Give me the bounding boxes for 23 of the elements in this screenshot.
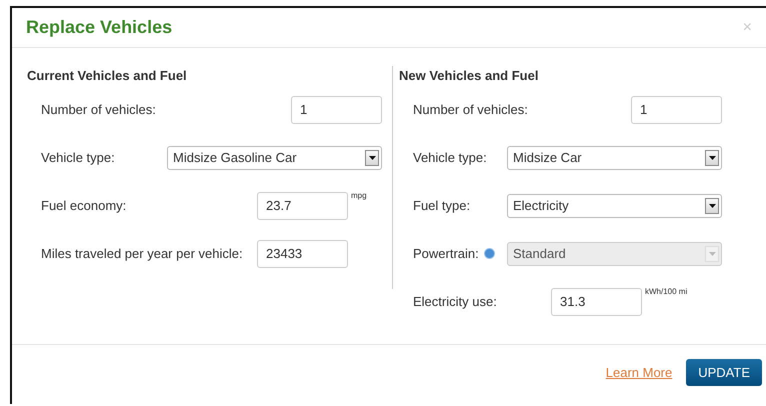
unit-label: mpg [351,190,367,202]
dropdown[interactable]: Electricity [507,194,722,218]
field-label: Miles traveled per year per vehicle: [41,244,244,263]
measure-field[interactable]: 23433 [257,240,348,268]
field-label: Number of vehicles: [413,100,528,119]
measure-field[interactable]: 23.7 [257,192,348,220]
field-label: Powertrain: [413,244,479,263]
field-label: Number of vehicles: [41,100,156,119]
update-button[interactable]: UPDATE [686,359,762,386]
field-label: Fuel economy: [41,196,128,215]
dialog-title: Replace Vehicles [26,16,172,39]
field-label: Fuel type: [413,196,470,215]
section-title: New Vehicles and Fuel [399,67,540,85]
field-label: Vehicle type: [413,148,487,167]
field-label: Vehicle type: [41,148,115,167]
field-label: Electricity use: [413,292,498,311]
measure-field[interactable]: 31.3 [551,288,642,316]
number-field[interactable]: 1 [291,96,382,124]
dropdown[interactable]: Midsize Car [507,146,722,170]
section-title: Current Vehicles and Fuel [27,67,188,85]
unit-label: kWh/100 mi [645,286,688,298]
dropdown[interactable]: Midsize Gasoline Car [167,146,382,170]
number-field[interactable]: 1 [631,96,722,124]
